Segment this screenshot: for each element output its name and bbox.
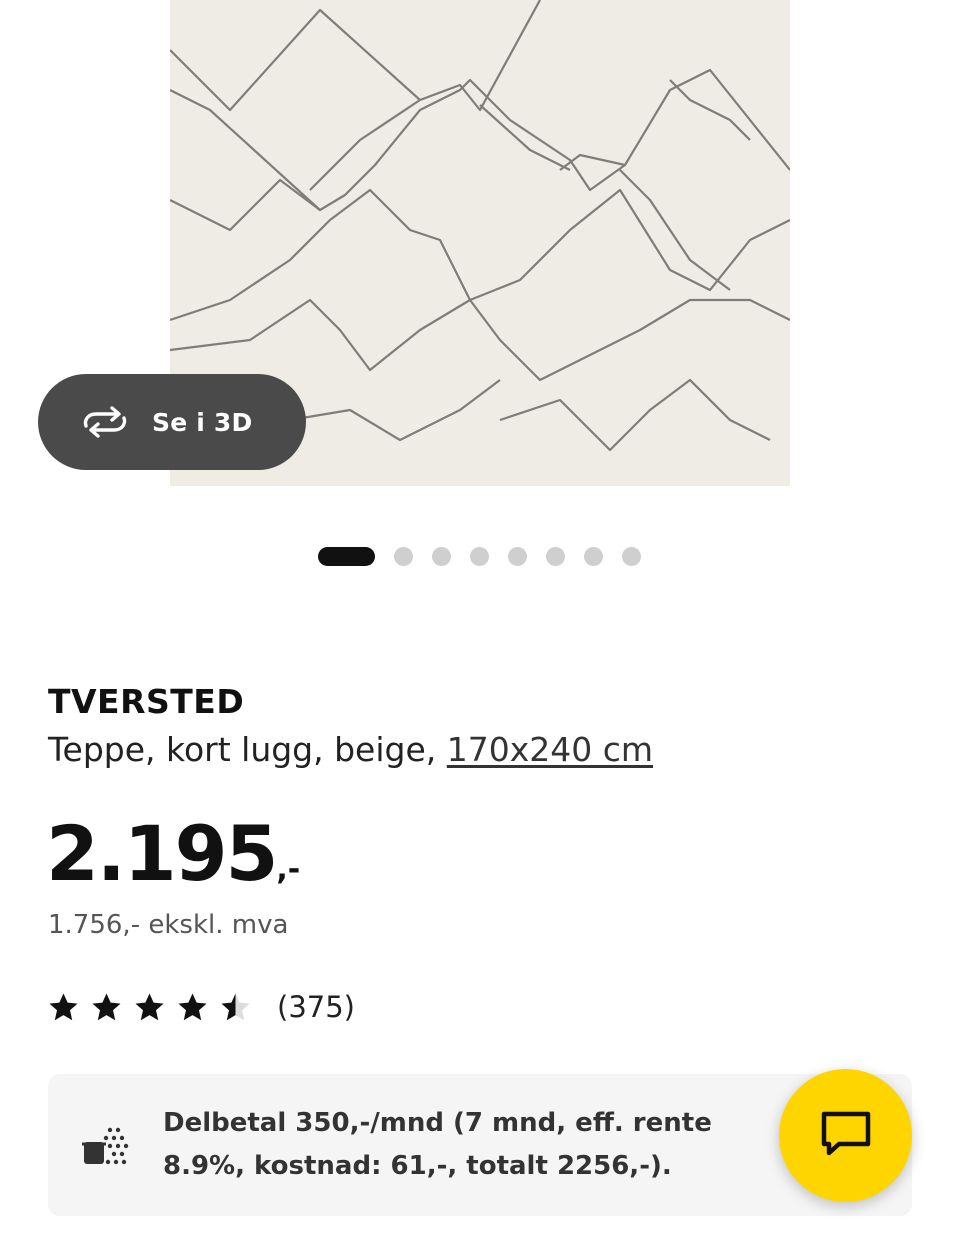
carousel-dot-6[interactable] [546,546,565,566]
price-excluding-vat: 1.756,- ekskl. mva [48,910,289,940]
carousel-dot-8[interactable] [622,546,641,566]
image-carousel-dots [318,545,660,567]
star-icon [178,993,207,1020]
star-icon [221,993,250,1020]
view-in-3d-label: Se i 3D [152,407,253,437]
star-icon [135,993,164,1020]
carousel-dot-2[interactable] [394,546,413,566]
carousel-dot-1[interactable] [318,546,375,566]
carousel-dot-5[interactable] [508,546,527,566]
carousel-dot-3[interactable] [432,546,451,566]
carousel-dot-7[interactable] [584,546,603,566]
star-icon [92,993,121,1020]
product-description-text: Teppe, kort lugg, beige, [48,730,447,769]
size-link[interactable]: 170x240 cm [447,730,653,769]
price-integer: 2.195 [46,809,278,898]
chat-bubble-icon [819,1109,873,1163]
price-suffix: ,- [276,852,301,887]
product-rating[interactable]: (375) [48,985,355,1029]
view-in-3d-button[interactable]: Se i 3D [38,374,306,470]
review-count[interactable]: (375) [277,990,355,1024]
financing-text: Delbetal 350,-/mnd (7 mnd, eff. rente 8.… [163,1108,712,1181]
payment-icon [80,1120,130,1170]
product-description: Teppe, kort lugg, beige, 170x240 cm [48,730,653,769]
chat-button[interactable] [779,1069,912,1202]
product-name: TVERSTED [48,682,245,721]
rotate-3d-icon [80,402,130,442]
carousel-dot-4[interactable] [470,546,489,566]
product-price: 2.195 ,- [46,808,300,900]
star-icon [49,993,78,1020]
rating-stars [48,992,263,1023]
